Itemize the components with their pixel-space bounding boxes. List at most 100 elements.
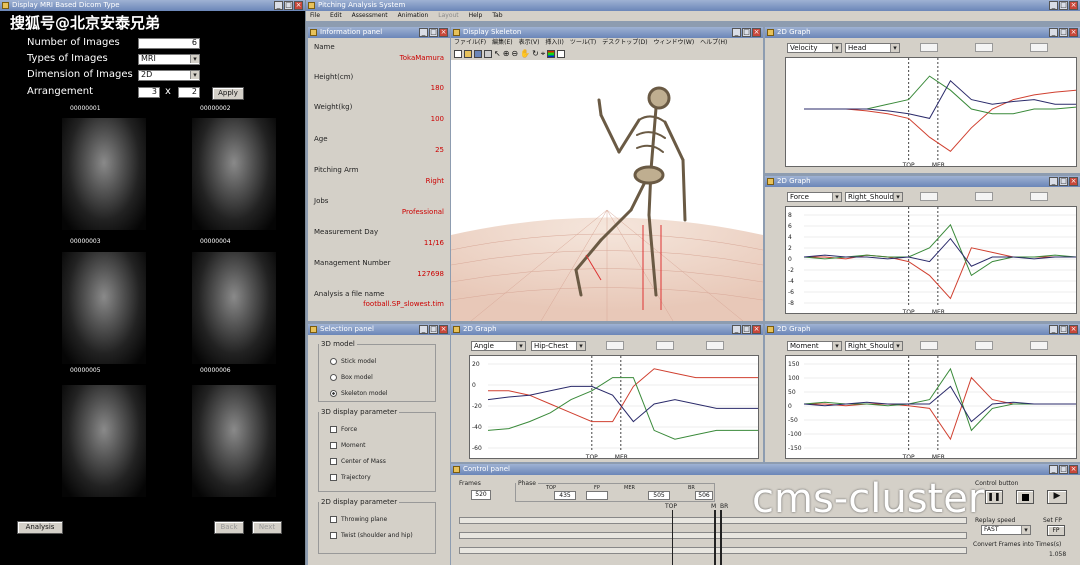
close-icon[interactable]: × <box>294 1 303 10</box>
segment-select[interactable]: Head <box>845 43 900 53</box>
segment-select[interactable]: Right_Shoulder <box>845 192 903 202</box>
mri-image-6[interactable] <box>192 385 276 497</box>
frames-field[interactable]: 520 <box>471 490 491 500</box>
z-field[interactable] <box>1030 341 1048 350</box>
radio-stick-model[interactable] <box>330 358 337 365</box>
close-icon[interactable]: × <box>439 325 448 334</box>
radio-skeleton-model[interactable] <box>330 390 337 397</box>
timeline-slider-3[interactable] <box>459 547 967 554</box>
minimize-icon[interactable]: _ <box>1049 28 1058 37</box>
types-of-images-select[interactable]: MRI <box>138 54 200 65</box>
graph-titlebar[interactable]: 2D Graph _ □ × <box>765 324 1080 335</box>
z-field[interactable] <box>706 341 724 350</box>
y-field[interactable] <box>975 341 993 350</box>
quantity-select[interactable]: Force <box>787 192 842 202</box>
play-button[interactable]: ▶ <box>1047 490 1067 504</box>
maximize-icon[interactable]: □ <box>284 1 293 10</box>
minimize-icon[interactable]: _ <box>732 325 741 334</box>
close-icon[interactable]: × <box>1069 1 1078 10</box>
mri-image-1[interactable] <box>62 118 146 230</box>
y-field[interactable] <box>975 192 993 201</box>
mri-image-5[interactable] <box>62 385 146 497</box>
maximize-icon[interactable]: □ <box>742 325 751 334</box>
quantity-select[interactable]: Moment <box>787 341 842 351</box>
print-icon[interactable] <box>484 50 492 58</box>
minimize-icon[interactable]: _ <box>732 28 741 37</box>
menu-edit[interactable]: Edit <box>330 11 342 21</box>
mri-image-3[interactable] <box>62 252 146 364</box>
minimize-icon[interactable]: _ <box>274 1 283 10</box>
check-trajectory[interactable] <box>330 474 337 481</box>
back-button[interactable]: Back <box>214 521 244 534</box>
minimize-icon[interactable]: _ <box>1049 1 1058 10</box>
minimize-icon[interactable]: _ <box>1049 465 1058 474</box>
minimize-icon[interactable]: _ <box>419 28 428 37</box>
information-panel-titlebar[interactable]: Information panel _ □ × <box>308 27 450 38</box>
segment-select[interactable]: Right_Shoulder <box>845 341 903 351</box>
jp-menu-view[interactable]: 表示(V) <box>519 38 540 48</box>
maximize-icon[interactable]: □ <box>429 28 438 37</box>
z-field[interactable] <box>1030 192 1048 201</box>
replay-speed-select[interactable]: FAST <box>981 525 1031 535</box>
y-field[interactable] <box>975 43 993 52</box>
check-center-of-mass[interactable] <box>330 458 337 465</box>
jp-menu-help[interactable]: ヘルプ(H) <box>700 38 727 48</box>
segment-select[interactable]: Hip-Chest <box>531 341 586 351</box>
mri-window-titlebar[interactable]: Display MRI Based Dicom Type _ □ × <box>0 0 305 11</box>
graph-titlebar[interactable]: 2D Graph _ □ × <box>451 324 763 335</box>
x-field[interactable] <box>606 341 624 350</box>
dimension-select[interactable]: 2D <box>138 70 200 81</box>
pan-icon[interactable]: ✋ <box>520 50 530 58</box>
data-cursor-icon[interactable]: ⌖ <box>541 50 546 58</box>
stop-button[interactable] <box>1016 490 1034 504</box>
menu-layout[interactable]: Layout <box>438 11 458 21</box>
jp-menu-desktop[interactable]: デスクトップ(D) <box>602 38 647 48</box>
main-window-titlebar[interactable]: Pitching Analysis System _ □ × <box>306 0 1080 11</box>
jp-menu-window[interactable]: ウィンドウ(W) <box>654 38 695 48</box>
open-folder-icon[interactable] <box>464 50 472 58</box>
menu-assessment[interactable]: Assessment <box>352 11 388 21</box>
menu-help[interactable]: Help <box>469 11 483 21</box>
arrangement-rows-field[interactable]: 3 <box>138 87 160 98</box>
jp-menu-insert[interactable]: 挿入(I) <box>545 38 563 48</box>
close-icon[interactable]: × <box>1069 465 1078 474</box>
zoom-in-icon[interactable]: ⊕ <box>503 50 510 58</box>
apply-button[interactable]: Apply <box>212 87 244 100</box>
y-field[interactable] <box>656 341 674 350</box>
legend-icon[interactable] <box>557 50 566 58</box>
maximize-icon[interactable]: □ <box>429 325 438 334</box>
close-icon[interactable]: × <box>1069 325 1078 334</box>
rotate-icon[interactable]: ↻ <box>532 50 539 58</box>
phase-mer-field[interactable]: 505 <box>648 491 670 500</box>
moment-plot[interactable]: 150 100 50 0 -50 -100 -150 TOP MER <box>785 355 1077 459</box>
velocity-plot[interactable]: TOP MER <box>785 57 1077 167</box>
mri-image-2[interactable] <box>192 118 276 230</box>
maximize-icon[interactable]: □ <box>742 28 751 37</box>
jp-menu-edit[interactable]: 編集(E) <box>492 38 512 48</box>
arrangement-cols-field[interactable]: 2 <box>178 87 200 98</box>
display-window-titlebar[interactable]: Display Skeleton _ □ × <box>451 27 763 38</box>
radio-box-model[interactable] <box>330 374 337 381</box>
zoom-out-icon[interactable]: ⊖ <box>511 50 518 58</box>
close-icon[interactable]: × <box>752 325 761 334</box>
set-fp-button[interactable]: FP <box>1047 525 1065 536</box>
close-icon[interactable]: × <box>1069 177 1078 186</box>
maximize-icon[interactable]: □ <box>1059 28 1068 37</box>
minimize-icon[interactable]: _ <box>1049 325 1058 334</box>
force-plot[interactable]: 8 6 4 2 0 -2 -4 -6 -8 TOP MER <box>785 206 1077 314</box>
close-icon[interactable]: × <box>439 28 448 37</box>
angle-plot[interactable]: 20 0 -20 -40 -60 TOP MER <box>469 355 759 459</box>
pointer-icon[interactable]: ↖ <box>494 50 501 58</box>
control-panel-titlebar[interactable]: Control panel _ □ × <box>451 464 1080 475</box>
menu-file[interactable]: File <box>310 11 320 21</box>
pause-button[interactable]: ❚❚ <box>985 490 1003 504</box>
phase-top-field[interactable]: 435 <box>554 491 576 500</box>
menu-tab[interactable]: Tab <box>492 11 502 21</box>
phase-br-field[interactable]: 506 <box>695 491 713 500</box>
close-icon[interactable]: × <box>1069 28 1078 37</box>
next-button[interactable]: Next <box>252 521 282 534</box>
number-of-images-field[interactable]: 6 <box>138 38 200 49</box>
menu-animation[interactable]: Animation <box>398 11 429 21</box>
minimize-icon[interactable]: _ <box>419 325 428 334</box>
maximize-icon[interactable]: □ <box>1059 465 1068 474</box>
